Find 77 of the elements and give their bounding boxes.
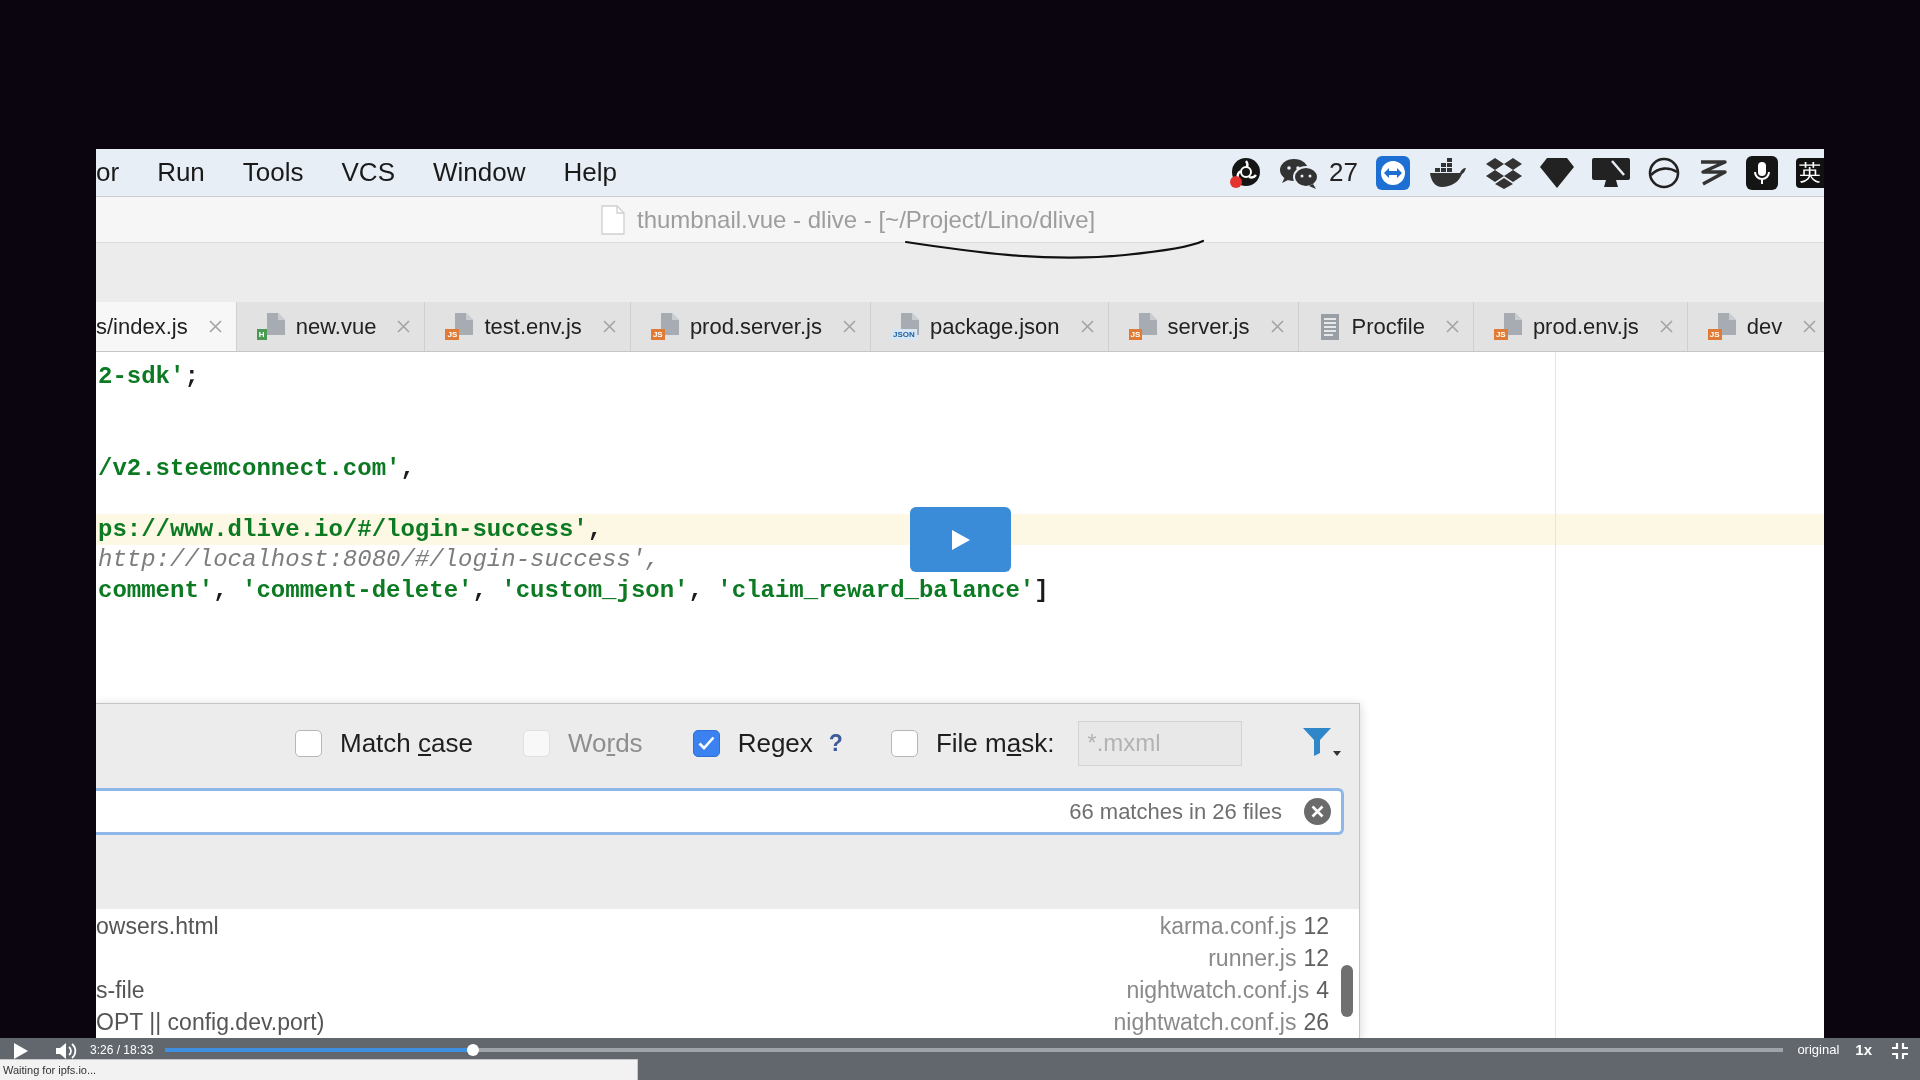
help-link[interactable]: ? — [828, 729, 843, 757]
option-label[interactable]: Match case — [340, 727, 473, 759]
match-count: 66 matches in 26 files — [1069, 798, 1282, 825]
menu-item[interactable]: VCS — [341, 157, 395, 188]
code-line: ps://www.dlive.io/#/login-success', — [98, 515, 603, 543]
result-file-name: nightwatch.conf.js — [1126, 976, 1310, 1004]
clear-icon[interactable] — [1304, 798, 1331, 825]
search-field[interactable]: 66 matches in 26 files — [96, 788, 1344, 835]
microphone-icon[interactable] — [1746, 155, 1778, 190]
document-icon — [601, 204, 625, 235]
window-title: thumbnail.vue - dlive - [~/Project/Lino/dlive] — [637, 205, 1096, 234]
editor-tab[interactable]: JS test.env.js — [425, 302, 631, 351]
checkbox[interactable] — [295, 729, 322, 757]
editor-tab[interactable]: JS server.js — [1108, 302, 1299, 351]
result-snippet[interactable]: s-file — [96, 976, 145, 1004]
editor-tab[interactable]: s/index.js — [96, 302, 237, 351]
result-snippet[interactable]: OPT || config.dev.port) — [96, 1008, 325, 1036]
result-file-name: runner.js — [1208, 944, 1297, 972]
editor-tab[interactable]: Procfile — [1298, 302, 1474, 351]
editor-tab[interactable]: H new.vue — [236, 302, 426, 351]
result-line-number: 26 — [1303, 1008, 1329, 1036]
diamond-icon[interactable] — [1540, 157, 1574, 188]
option-label[interactable]: Regex — [737, 727, 813, 759]
diamond-boxes-icon[interactable] — [1486, 156, 1522, 189]
editor-tab[interactable]: JS dev — [1687, 302, 1824, 351]
code-line: http://localhost:8080/#/login-success', — [98, 546, 660, 574]
menu-item[interactable]: Window — [433, 157, 526, 188]
play-icon — [951, 529, 970, 550]
circle-icon[interactable] — [1648, 156, 1680, 189]
video-time: 3:26 / 18:33 — [90, 1043, 154, 1057]
menu-item[interactable]: Help — [563, 157, 617, 188]
editor-tab[interactable]: JS prod.server.js — [630, 302, 871, 351]
play-button[interactable] — [910, 507, 1011, 572]
volume-icon[interactable] — [56, 1043, 78, 1059]
tab-label: s/index.js — [96, 313, 188, 340]
option-label[interactable]: File mask: — [935, 727, 1055, 759]
progress-handle[interactable] — [466, 1044, 479, 1056]
whale-icon[interactable] — [1428, 157, 1468, 188]
tab-label: prod.env.js — [1532, 313, 1639, 340]
play-icon[interactable] — [14, 1043, 28, 1059]
check-icon — [697, 736, 715, 750]
scrollbar-thumb[interactable] — [1341, 965, 1353, 1017]
exit-fullscreen-icon[interactable] — [1892, 1043, 1908, 1059]
tab-label: package.json — [929, 313, 1060, 340]
speed-button[interactable]: 1x — [1855, 1043, 1872, 1057]
editor-tab[interactable]: JS prod.env.js — [1473, 302, 1688, 351]
checkbox[interactable] — [692, 729, 720, 757]
swirl-circle-icon[interactable] — [1229, 156, 1262, 189]
result-file-name: nightwatch.conf.js — [1113, 1008, 1297, 1036]
filter-icon[interactable] — [1303, 728, 1341, 758]
tab-label: new.vue — [295, 313, 377, 340]
tab-label: Procfile — [1351, 313, 1425, 340]
input-method-indicator[interactable]: 英 — [1796, 157, 1824, 188]
status-bubble: Waiting for ipfs.io... — [0, 1059, 638, 1080]
quality-button[interactable]: original — [1797, 1043, 1840, 1057]
code-line: 2-sdk'; — [98, 362, 199, 390]
tray-count: 27 — [1329, 157, 1358, 188]
editor-tab[interactable]: JSON package.json — [870, 302, 1109, 351]
result-snippet[interactable]: owsers.html — [96, 912, 219, 940]
zigzag-icon[interactable] — [1698, 157, 1728, 188]
code-line: /v2.steemconnect.com', — [98, 454, 415, 482]
result-line-number: 12 — [1303, 912, 1329, 940]
chat-bubbles-icon[interactable] — [1279, 156, 1320, 189]
checkbox[interactable] — [890, 729, 918, 757]
menu-item[interactable]: Tools — [242, 157, 304, 188]
tab-label: dev — [1746, 313, 1783, 340]
tab-label: prod.server.js — [689, 313, 822, 340]
tab-label: server.js — [1167, 313, 1250, 340]
text-file-icon — [1318, 313, 1341, 340]
result-file-name: karma.conf.js — [1159, 912, 1297, 940]
menu-item[interactable]: Run — [157, 157, 205, 188]
menu-item[interactable]: or — [96, 157, 120, 188]
result-line-number: 4 — [1316, 976, 1329, 1004]
code-line: comment', 'comment-delete', 'custom_json', 'claim_reward_balance'] — [98, 576, 1049, 604]
tab-label: test.env.js — [484, 313, 582, 340]
monitor-icon[interactable] — [1592, 156, 1630, 189]
result-line-number: 12 — [1303, 944, 1329, 972]
